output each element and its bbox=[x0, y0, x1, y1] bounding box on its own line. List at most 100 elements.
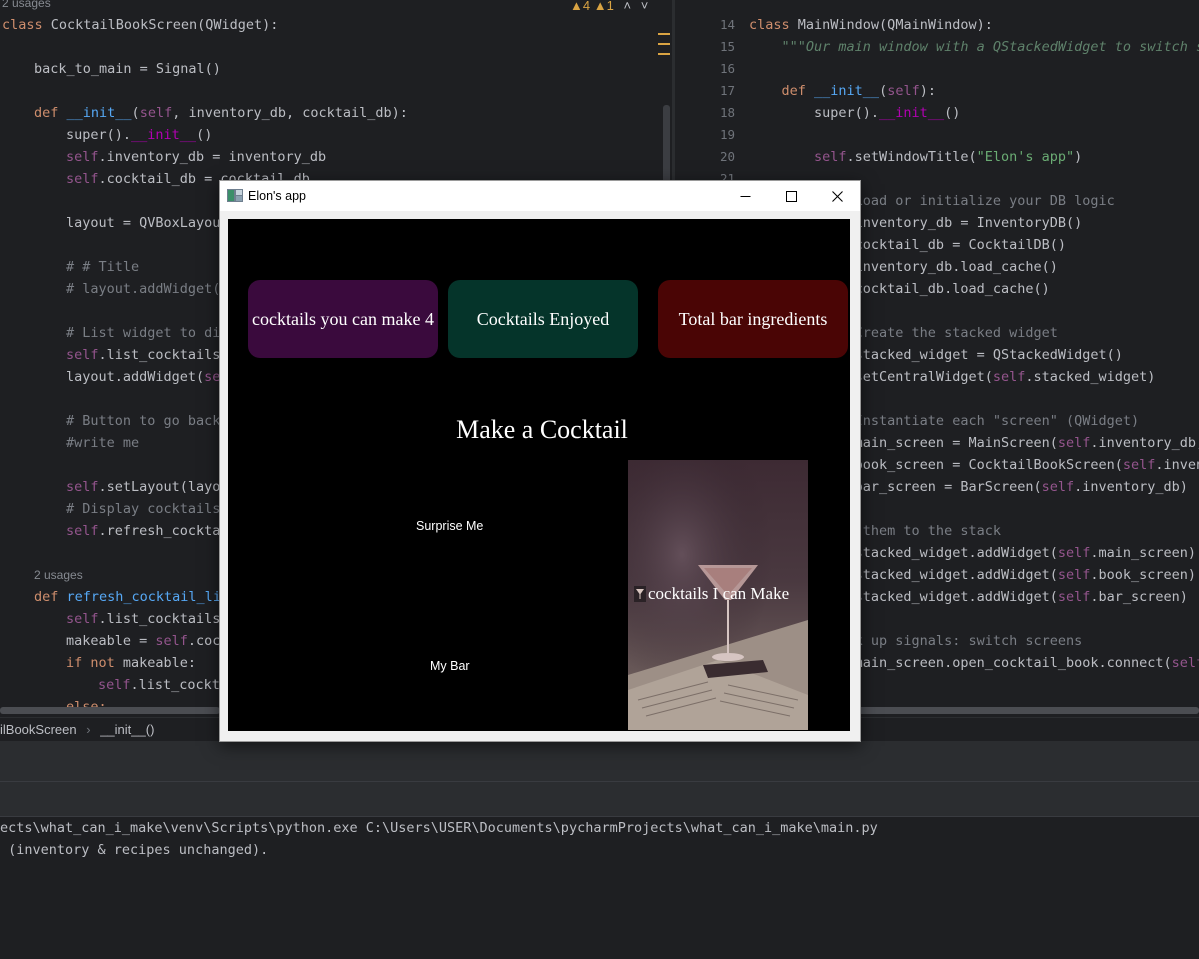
code-token: self bbox=[814, 149, 847, 165]
code-line[interactable]: self.list_cockt bbox=[98, 674, 220, 696]
breadcrumb-method[interactable]: __init__() bbox=[100, 722, 154, 737]
run-tab-row bbox=[0, 782, 1199, 817]
code-token: def bbox=[34, 589, 67, 605]
code-token: __init__ bbox=[66, 105, 132, 121]
code-line[interactable]: self.setLayout(layo bbox=[66, 476, 220, 498]
run-toolbar bbox=[0, 741, 1199, 782]
code-token: self bbox=[992, 369, 1026, 385]
code-token: .inventory_db = inventory_db bbox=[98, 149, 327, 165]
console-line: (inventory & recipes unchanged). bbox=[0, 842, 269, 858]
code-line[interactable]: # List widget to di bbox=[66, 322, 220, 344]
maximize-icon bbox=[785, 190, 797, 202]
card-cocktails-enjoyed[interactable]: Cocktails Enjoyed bbox=[448, 280, 638, 358]
inspection-widget[interactable]: ▲4 ▲1 ˄ ˅ bbox=[570, 0, 648, 13]
code-token: .list_cockt bbox=[130, 677, 220, 693]
code-token: MainWindow(QMainWindow): bbox=[797, 17, 993, 33]
code-line[interactable]: # # Title bbox=[66, 256, 139, 278]
cocktail-book-image-button[interactable]: cocktails I can Make bbox=[628, 460, 808, 730]
code-token: # # Title bbox=[66, 259, 140, 275]
code-token: self bbox=[66, 611, 99, 627]
code-line[interactable]: layout.addWidget(se bbox=[66, 366, 220, 388]
code-token: # layout.addWidget( bbox=[66, 281, 221, 297]
code-token: self bbox=[139, 105, 173, 121]
line-number: 17 bbox=[719, 83, 735, 98]
code-token: class bbox=[2, 17, 51, 33]
usage-hint[interactable]: 2 usages bbox=[34, 568, 83, 582]
code-line[interactable]: # layout.addWidget( bbox=[66, 278, 220, 300]
warning-icon: ▲ bbox=[570, 0, 583, 13]
code-line[interactable]: class MainWindow(QMainWindow): bbox=[749, 14, 993, 36]
code-token: class bbox=[749, 17, 798, 33]
code-token: .main_screen) bbox=[1090, 545, 1197, 561]
code-token: def bbox=[34, 105, 67, 121]
maximize-button[interactable] bbox=[768, 181, 814, 211]
code-line[interactable]: self.list_cocktails bbox=[66, 608, 220, 630]
code-line[interactable]: def __init__(self, inventory_db, cocktai… bbox=[34, 102, 408, 124]
code-line[interactable]: class CocktailBookScreen(QWidget): bbox=[2, 14, 278, 36]
code-token: .book_screen) bbox=[1090, 567, 1197, 583]
line-number: 16 bbox=[719, 61, 735, 76]
minimize-button[interactable] bbox=[722, 181, 768, 211]
code-token: .stacked_widget) bbox=[1025, 369, 1156, 385]
card-cocktails-you-can-make[interactable]: cocktails you can make 4 bbox=[248, 280, 438, 358]
code-line[interactable]: layout = QVBoxLayout() bbox=[66, 212, 245, 234]
page-title: Make a Cocktail bbox=[456, 415, 628, 444]
code-token: .setLayout(layo bbox=[98, 479, 221, 495]
run-console[interactable]: ects\what_can_i_make\venv\Scripts\python… bbox=[0, 817, 1199, 959]
code-line[interactable]: back_to_main = Signal() bbox=[34, 58, 221, 80]
code-line[interactable]: # Display cocktails bbox=[66, 498, 220, 520]
chevron-up-icon[interactable]: ˄ bbox=[623, 0, 631, 13]
code-line[interactable]: super().__init__() bbox=[749, 102, 960, 124]
window-titlebar[interactable]: Elon's app bbox=[220, 181, 860, 211]
code-token: self bbox=[66, 347, 99, 363]
breadcrumb-separator-icon: › bbox=[86, 722, 91, 737]
code-line[interactable]: #write me bbox=[66, 432, 139, 454]
image-label: cocktails I can Make bbox=[648, 584, 790, 603]
code-token: self bbox=[1171, 655, 1199, 671]
code-token: __init__ bbox=[814, 83, 880, 99]
breadcrumb-class[interactable]: ilBookScreen bbox=[0, 722, 77, 737]
app-icon bbox=[227, 189, 243, 202]
code-line[interactable]: """Our main window with a QStackedWidget… bbox=[749, 36, 1199, 58]
code-token: self bbox=[1057, 435, 1091, 451]
line-number: 15 bbox=[719, 39, 735, 54]
code-line[interactable]: # Button to go back bbox=[66, 410, 220, 432]
left-horizontal-scrollbar[interactable] bbox=[0, 707, 220, 714]
code-line[interactable]: if not makeable: bbox=[66, 652, 196, 674]
code-token: def bbox=[749, 83, 815, 99]
code-line[interactable]: self.refresh_cockta bbox=[66, 520, 220, 542]
right-horizontal-scrollbar[interactable] bbox=[855, 707, 1199, 714]
card-total-bar-ingredients[interactable]: Total bar ingredients bbox=[658, 280, 848, 358]
code-token: if not bbox=[66, 655, 123, 671]
line-number: 14 bbox=[719, 17, 735, 32]
chevron-down-icon[interactable]: ˅ bbox=[641, 0, 649, 13]
code-line[interactable]: self.list_cocktails bbox=[66, 344, 220, 366]
close-button[interactable] bbox=[814, 181, 860, 211]
code-token: # Display cocktails bbox=[66, 501, 221, 517]
code-token: self bbox=[1057, 589, 1091, 605]
code-line[interactable]: makeable = self.coc bbox=[66, 630, 220, 652]
app-window[interactable]: Elon's app cocktails you can make 4 Cock… bbox=[219, 180, 861, 742]
code-token: """Our main window with a QStackedWidget… bbox=[781, 39, 1199, 55]
code-line[interactable]: 2 usages bbox=[34, 564, 83, 586]
code-token: CocktailBookScreen(QWidget): bbox=[50, 17, 279, 33]
code-line[interactable]: self.setWindowTitle("Elon's app") bbox=[749, 146, 1082, 168]
code-token: .invent bbox=[1155, 457, 1199, 473]
code-line[interactable]: super().__init__() bbox=[66, 124, 212, 146]
weak-warning-count: 1 bbox=[606, 0, 614, 13]
code-token: back_to_main = Signal() bbox=[34, 61, 221, 77]
line-number: 20 bbox=[719, 149, 735, 164]
code-token: () bbox=[944, 105, 961, 121]
line-number: 19 bbox=[719, 127, 735, 142]
code-line[interactable]: self.inventory_db = inventory_db bbox=[66, 146, 326, 168]
code-token: self bbox=[887, 83, 920, 99]
code-token: .list_cocktails bbox=[98, 347, 221, 363]
code-line[interactable]: def refresh_cocktail_li bbox=[34, 586, 221, 608]
surprise-me-button[interactable]: Surprise Me bbox=[416, 519, 483, 533]
code-token: self bbox=[98, 677, 131, 693]
code-line[interactable]: def __init__(self): bbox=[749, 80, 936, 102]
image-caption: cocktails I can Make bbox=[634, 584, 789, 604]
my-bar-button[interactable]: My Bar bbox=[430, 659, 470, 673]
code-token: ( bbox=[131, 105, 140, 121]
